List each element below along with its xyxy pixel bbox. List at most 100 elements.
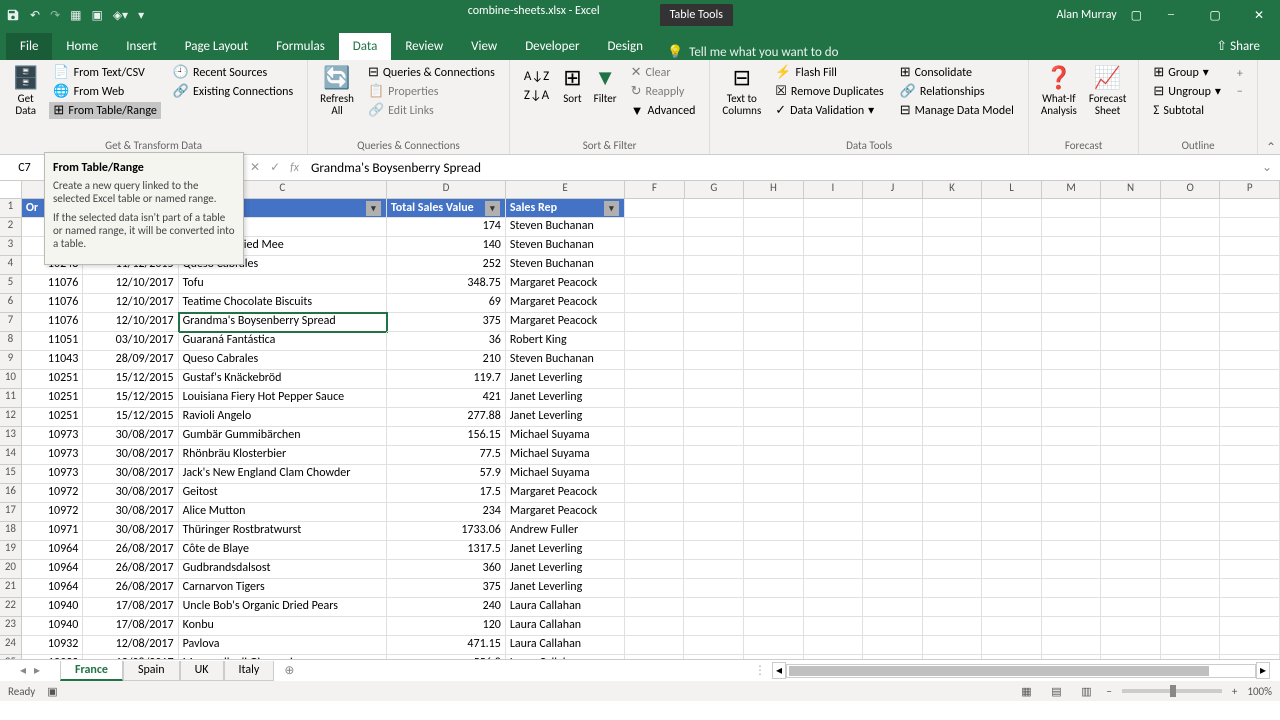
cell[interactable]: Pavlova [179, 636, 387, 655]
cell[interactable]: 30/08/2017 [83, 427, 178, 446]
cell[interactable]: Ravioli Angelo [179, 408, 387, 427]
cell[interactable]: Andrew Fuller [506, 522, 625, 541]
cell[interactable] [744, 484, 804, 503]
cell[interactable]: Mozzarella di Giovanni [179, 655, 387, 659]
cell[interactable]: 15/12/2015 [83, 370, 178, 389]
cell[interactable] [1220, 484, 1280, 503]
cell[interactable] [744, 655, 804, 659]
sort-za-button[interactable]: Z↓A [520, 87, 553, 104]
cell[interactable] [684, 256, 744, 275]
cell[interactable] [744, 237, 804, 256]
col-header-O[interactable]: O [1161, 181, 1221, 198]
cell[interactable] [1220, 522, 1280, 541]
cell[interactable] [1042, 579, 1102, 598]
cell[interactable] [923, 332, 983, 351]
cell[interactable] [982, 237, 1042, 256]
cell[interactable] [804, 332, 864, 351]
cell[interactable]: Gumbär Gummibärchen [179, 427, 387, 446]
cell[interactable] [923, 275, 983, 294]
cell[interactable]: 10972 [22, 484, 84, 503]
properties-button[interactable]: 📋Properties [364, 83, 499, 100]
select-all[interactable] [0, 181, 22, 198]
cell[interactable] [744, 503, 804, 522]
row-header[interactable]: 3 [0, 237, 22, 256]
cell[interactable] [804, 636, 864, 655]
collapse-ribbon-button[interactable]: ⌃ [1266, 140, 1276, 155]
cell[interactable]: Janet Leverling [506, 579, 625, 598]
cell[interactable] [1042, 465, 1102, 484]
cell[interactable] [684, 275, 744, 294]
cell[interactable] [1161, 655, 1221, 659]
formula-input[interactable] [309, 157, 1244, 178]
cell[interactable]: 375 [387, 579, 506, 598]
qat-icon1[interactable]: ▦ [70, 8, 81, 23]
cell[interactable] [982, 484, 1042, 503]
cell[interactable]: Grandma's Boysenberry Spread [179, 313, 387, 332]
cell[interactable]: 360 [387, 560, 506, 579]
manage-data-model-button[interactable]: ⊟Manage Data Model [896, 102, 1018, 119]
tab-pagelayout[interactable]: Page Layout [171, 33, 262, 60]
view-pagelayout-button[interactable]: ▤ [1046, 685, 1066, 698]
fx-button[interactable]: fx [290, 161, 299, 175]
cell[interactable] [1042, 313, 1102, 332]
cell[interactable]: 10932 [22, 636, 84, 655]
cell[interactable] [1220, 256, 1280, 275]
cell[interactable] [982, 503, 1042, 522]
tab-design[interactable]: Design [593, 33, 656, 60]
cell[interactable] [863, 560, 923, 579]
cell[interactable] [804, 579, 864, 598]
row-header[interactable]: 14 [0, 446, 22, 465]
cell[interactable] [804, 218, 864, 237]
cell[interactable]: Steven Buchanan [506, 351, 625, 370]
cell[interactable] [1101, 427, 1161, 446]
accept-formula-button[interactable]: ✓ [270, 160, 280, 175]
row-header[interactable]: 24 [0, 636, 22, 655]
cell[interactable] [863, 294, 923, 313]
share-button[interactable]: ⇧ Share [1202, 33, 1274, 60]
cell[interactable] [625, 560, 685, 579]
cell[interactable] [625, 484, 685, 503]
cell[interactable] [1161, 465, 1221, 484]
cell[interactable] [863, 503, 923, 522]
row-header[interactable]: 7 [0, 313, 22, 332]
row-header[interactable]: 21 [0, 579, 22, 598]
cell[interactable] [923, 541, 983, 560]
cell[interactable] [1161, 446, 1221, 465]
existing-connections-button[interactable]: 🔗Existing Connections [169, 83, 297, 100]
cell[interactable] [1042, 256, 1102, 275]
cell[interactable]: 57.9 [387, 465, 506, 484]
cell[interactable]: Jack's New England Clam Chowder [179, 465, 387, 484]
cell[interactable]: Laura Callahan [506, 598, 625, 617]
cell[interactable] [982, 256, 1042, 275]
cell[interactable]: Margaret Peacock [506, 275, 625, 294]
cell[interactable] [1042, 408, 1102, 427]
subtotal-button[interactable]: ΣSubtotal [1149, 102, 1225, 119]
cell[interactable] [1161, 522, 1221, 541]
cell[interactable]: Steven Buchanan [506, 237, 625, 256]
cell[interactable] [684, 503, 744, 522]
consolidate-button[interactable]: ⊞Consolidate [896, 64, 1018, 81]
tab-formulas[interactable]: Formulas [262, 33, 339, 60]
cell[interactable]: 10964 [22, 560, 84, 579]
cell[interactable] [1220, 541, 1280, 560]
cell[interactable] [625, 294, 685, 313]
cell[interactable] [1042, 237, 1102, 256]
recent-sources-button[interactable]: 🕘Recent Sources [169, 64, 297, 81]
cell[interactable] [625, 541, 685, 560]
table-header[interactable]: Total Sales Value▾ [387, 199, 506, 218]
maximize-button[interactable]: ▢ [1200, 8, 1230, 23]
cell[interactable] [1161, 313, 1221, 332]
cell[interactable] [923, 294, 983, 313]
cell[interactable]: Laura Callahan [506, 617, 625, 636]
row-header[interactable]: 8 [0, 332, 22, 351]
cell[interactable] [684, 484, 744, 503]
cell[interactable] [982, 275, 1042, 294]
data-validation-button[interactable]: ✓Data Validation ▾ [771, 102, 887, 119]
cell[interactable] [863, 465, 923, 484]
cell[interactable] [1101, 579, 1161, 598]
cell[interactable]: 1733.06 [387, 522, 506, 541]
cell[interactable]: Guaraná Fantástica [179, 332, 387, 351]
sheet-tab-uk[interactable]: UK [180, 661, 224, 681]
cell[interactable] [1042, 351, 1102, 370]
cell[interactable] [863, 484, 923, 503]
